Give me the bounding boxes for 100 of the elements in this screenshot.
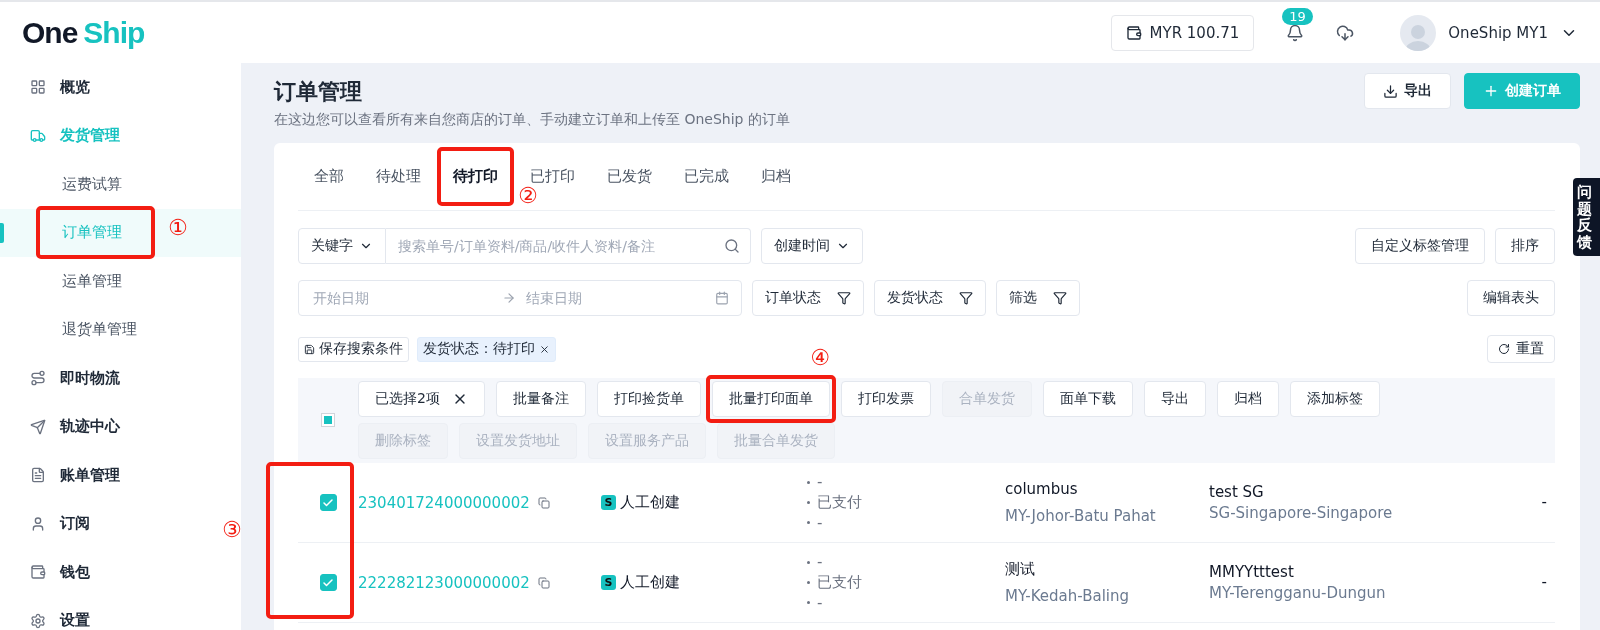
avatar[interactable] [1400, 14, 1437, 51]
refresh-icon [1498, 343, 1510, 355]
copy-icon[interactable] [537, 496, 550, 509]
status-line: - [817, 512, 823, 533]
balance-button[interactable]: MYR 100.71 [1110, 14, 1255, 51]
status-line: 已支付 [817, 492, 862, 513]
source-badge: S [601, 495, 616, 510]
funnel-icon [1053, 291, 1067, 305]
selection-clear-button[interactable]: 已选择2项 [358, 381, 485, 417]
sidebar-item[interactable]: 设置 [60, 611, 90, 630]
menu-icon [30, 127, 46, 144]
status-line: - [817, 472, 823, 493]
bullet-icon [807, 601, 810, 605]
sort-button[interactable]: 排序 [1495, 228, 1555, 264]
row-checkbox[interactable] [319, 494, 337, 511]
bulk-action-button[interactable]: 批量打印面单 [711, 381, 830, 417]
bullet-icon [807, 521, 810, 525]
sidebar-item[interactable]: 钱包 [60, 562, 90, 582]
calendar-icon[interactable] [715, 291, 729, 305]
menu-icon [30, 79, 46, 96]
check-icon [322, 576, 334, 589]
bullet-icon [807, 560, 810, 564]
tab[interactable]: 已完成 [668, 167, 745, 186]
bullet-icon [807, 501, 810, 504]
bulk-action-button[interactable]: 面单下载 [1042, 381, 1133, 417]
sender-name: columbus [1005, 479, 1079, 500]
row-checkbox[interactable] [319, 574, 337, 591]
check-icon [322, 496, 334, 509]
status-line: - [817, 552, 823, 573]
filter-button[interactable]: 筛选 [996, 280, 1080, 316]
status-line: 已支付 [817, 572, 862, 593]
sidebar-subitem[interactable]: 退货单管理 [62, 320, 137, 339]
select-all-checkbox[interactable] [321, 413, 335, 427]
tab[interactable]: 全部 [298, 167, 360, 186]
cloud-download-icon[interactable] [1336, 23, 1355, 42]
user-name[interactable]: OneShip MY1 [1448, 23, 1548, 42]
tab[interactable]: 已打印 [514, 167, 591, 186]
menu-icon [30, 612, 46, 629]
save-search-button[interactable]: 保存搜索条件 [298, 336, 409, 362]
save-icon [304, 343, 315, 355]
table-cell: - [1541, 572, 1547, 593]
sidebar-item[interactable]: 轨迹中心 [60, 417, 120, 437]
sidebar-item[interactable]: 即时物流 [60, 368, 120, 388]
tab[interactable]: 待处理 [360, 167, 437, 186]
feedback-tab[interactable]: 问题反馈 [1573, 178, 1600, 256]
menu-icon [30, 515, 46, 532]
reset-button[interactable]: 重置 [1487, 335, 1555, 363]
filter-button[interactable]: 订单状态 [752, 280, 864, 316]
export-button[interactable]: 导出 [1364, 73, 1451, 109]
keyword-select[interactable]: 关键字 [298, 228, 386, 264]
notification-count: 19 [1282, 7, 1313, 25]
download-icon [1383, 83, 1398, 99]
logo: One Ship [22, 15, 145, 50]
search-icon[interactable] [724, 238, 740, 254]
filter-tag[interactable]: 发货状态：待打印 [417, 336, 556, 362]
order-source: 人工创建 [620, 572, 680, 593]
sender-region: MY-Johor-Batu Pahat [1005, 505, 1157, 526]
bell-icon[interactable] [1286, 23, 1305, 42]
tab[interactable]: 归档 [745, 167, 807, 186]
order-source: 人工创建 [620, 492, 680, 513]
receiver-name: MMYYtttest [1209, 562, 1295, 583]
search-field[interactable]: 搜索单号/订单资料/商品/收件人资料/备注 [386, 228, 751, 264]
plus-icon [1483, 83, 1499, 99]
step-number: ② [518, 185, 538, 207]
status-line: - [817, 592, 823, 613]
sidebar-item[interactable]: 概览 [60, 77, 90, 97]
sidebar-item[interactable]: 订阅 [60, 514, 90, 534]
bullet-icon [807, 581, 810, 584]
table-cell: - [1541, 492, 1547, 513]
time-select[interactable]: 创建时间 [761, 228, 863, 264]
sidebar-subitem[interactable]: 运费试算 [62, 174, 122, 193]
step-number: ④ [810, 347, 830, 369]
page-subtitle: 在这边您可以查看所有来自您商店的订单、手动建立订单和上传至 OneShip 的订单 [274, 111, 790, 129]
bulk-action-button[interactable]: 归档 [1216, 381, 1279, 417]
source-badge: S [601, 575, 616, 590]
copy-icon[interactable] [537, 576, 550, 589]
bulk-action-button[interactable]: 添加标签 [1289, 381, 1380, 417]
receiver-name: test SG [1209, 482, 1265, 503]
bulk-action-button[interactable]: 打印发票 [840, 381, 931, 417]
close-icon[interactable] [539, 343, 550, 355]
sidebar-item[interactable]: 账单管理 [60, 465, 120, 485]
filter-button[interactable]: 发货状态 [874, 280, 986, 316]
sender-name: 测试 [1005, 559, 1036, 580]
receiver-region: MY-Terengganu-Dungun [1209, 582, 1387, 603]
bulk-action-button[interactable]: 导出 [1143, 381, 1206, 417]
menu-icon [30, 564, 46, 581]
edit-columns-button[interactable]: 编辑表头 [1467, 280, 1555, 316]
tab[interactable]: 已发货 [591, 167, 668, 186]
bulk-action-button[interactable]: 打印捡货单 [596, 381, 701, 417]
tag-manage-button[interactable]: 自定义标签管理 [1355, 228, 1485, 264]
tab[interactable]: 待打印 [437, 167, 514, 186]
step-number: ③ [222, 519, 242, 541]
receiver-region: SG-Singapore-Singapore [1209, 502, 1394, 523]
sidebar-subitem[interactable]: 运单管理 [62, 271, 122, 290]
bullet-icon [807, 480, 810, 484]
bulk-action-button[interactable]: 批量备注 [495, 381, 586, 417]
menu-icon [30, 370, 46, 387]
arrow-icon [502, 291, 516, 305]
funnel-icon [837, 291, 851, 305]
page-title: 订单管理 [274, 78, 363, 106]
